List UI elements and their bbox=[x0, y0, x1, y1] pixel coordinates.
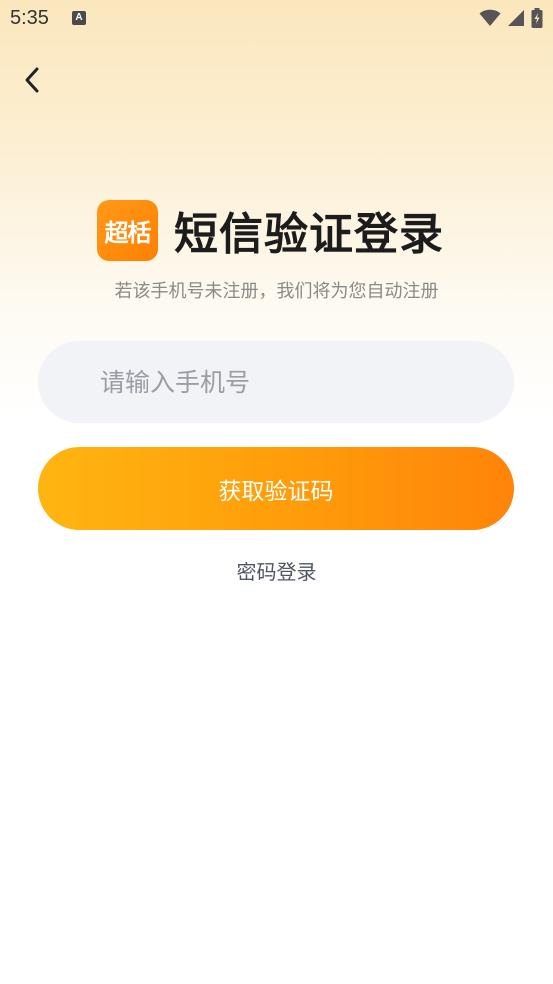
status-icons bbox=[479, 8, 543, 32]
battery-charging-icon bbox=[531, 8, 543, 32]
phone-input[interactable] bbox=[38, 341, 514, 423]
title-row: 超栝 短信验证登录 bbox=[97, 198, 444, 262]
get-verification-code-button[interactable]: 获取验证码 bbox=[38, 447, 514, 530]
page-title: 短信验证登录 bbox=[174, 209, 444, 260]
status-time: 5:35 bbox=[10, 7, 49, 29]
password-login-link[interactable]: 密码登录 bbox=[0, 556, 553, 585]
phone-input-container bbox=[38, 341, 514, 423]
app-logo: 超栝 bbox=[97, 199, 158, 261]
notification-icon: A bbox=[72, 11, 86, 25]
back-button[interactable] bbox=[14, 64, 50, 100]
chevron-left-icon bbox=[22, 66, 42, 98]
cellular-signal-icon bbox=[507, 9, 525, 31]
subtitle: 若该手机号未注册，我们将为您自动注册 bbox=[114, 281, 439, 302]
status-bar: 5:35 A bbox=[0, 0, 553, 38]
wifi-icon bbox=[479, 9, 501, 31]
